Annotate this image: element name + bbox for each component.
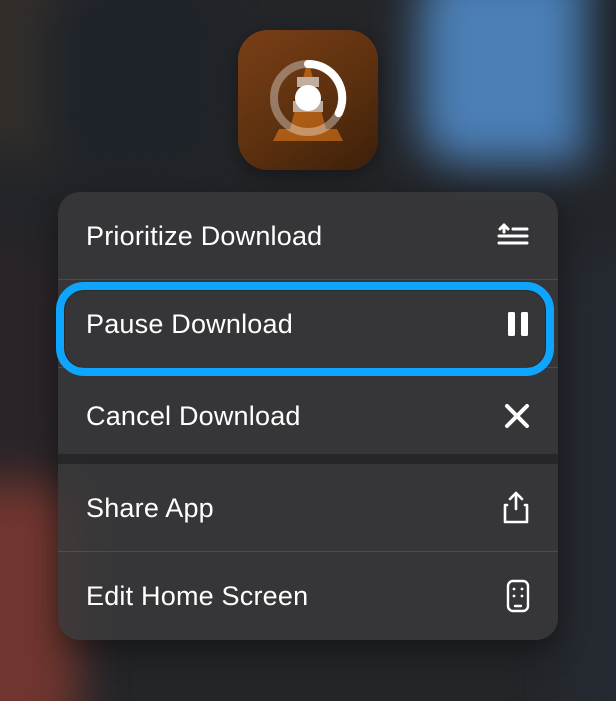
menu-item-label: Edit Home Screen xyxy=(86,581,308,612)
context-menu: Prioritize Download Pause Download xyxy=(58,192,558,640)
app-icon-vlc[interactable] xyxy=(238,30,378,170)
section-divider xyxy=(58,454,558,464)
stage: Prioritize Download Pause Download xyxy=(0,0,616,701)
menu-item-label: Cancel Download xyxy=(86,401,301,432)
vlc-cone-icon xyxy=(253,43,363,158)
menu-item-pause[interactable]: Pause Download xyxy=(58,280,558,368)
menu-item-prioritize[interactable]: Prioritize Download xyxy=(58,192,558,280)
menu-item-label: Pause Download xyxy=(86,309,293,340)
menu-item-edit-home[interactable]: Edit Home Screen xyxy=(58,552,558,640)
phone-home-icon xyxy=(506,579,530,613)
menu-item-share[interactable]: Share App xyxy=(58,464,558,552)
menu-item-label: Share App xyxy=(86,493,214,524)
close-icon xyxy=(504,403,530,429)
menu-item-label: Prioritize Download xyxy=(86,221,322,252)
priority-icon xyxy=(496,222,530,250)
pause-icon xyxy=(506,310,530,338)
menu-item-cancel[interactable]: Cancel Download xyxy=(58,368,558,464)
share-icon xyxy=(502,491,530,525)
